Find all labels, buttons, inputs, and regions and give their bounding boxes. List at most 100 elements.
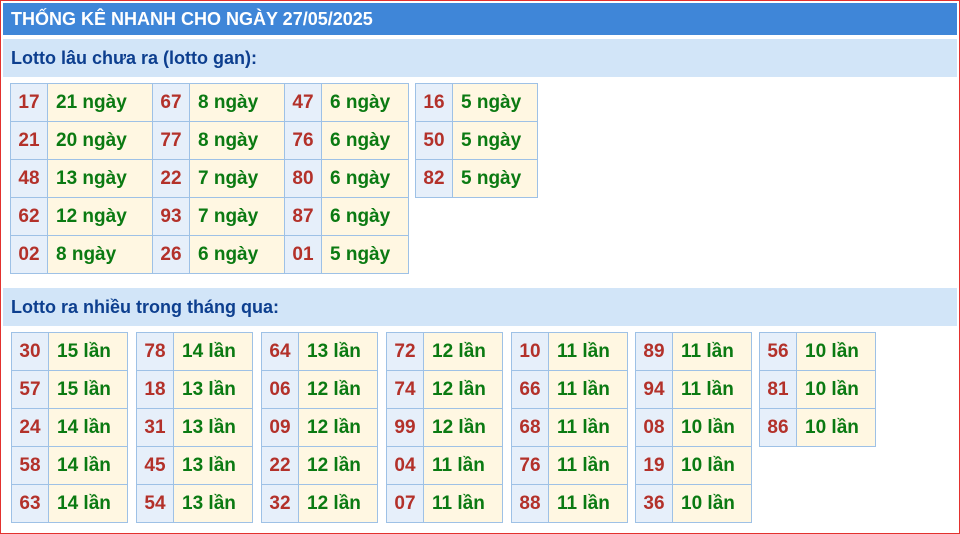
lotto-number: 88 [511, 484, 549, 523]
occurrence-count: 11 lần [548, 408, 628, 447]
table-row: 57 15 lần [11, 370, 128, 409]
lotto-number: 78 [136, 332, 174, 371]
table-row: 08 10 lần [635, 408, 752, 447]
table-row: 50 5 ngày [415, 121, 538, 160]
lotto-number: 16 [415, 83, 453, 122]
days-absent: 20 ngày [47, 121, 153, 160]
occurrence-count: 10 lần [672, 484, 752, 523]
lotto-number: 94 [635, 370, 673, 409]
lotto-number: 09 [261, 408, 299, 447]
nhieu-table-2: 78 14 lần 18 13 lần 31 13 lần 45 13 lần 54 13 lần [136, 332, 253, 523]
table-row: 02 8 ngày [10, 235, 153, 274]
table-row: 22 7 ngày [152, 159, 295, 198]
occurrence-count: 12 lần [298, 370, 378, 409]
occurrence-count: 10 lần [672, 446, 752, 485]
table-row: 07 11 lần [386, 484, 503, 523]
occurrence-count: 11 lần [672, 370, 752, 409]
lotto-number: 64 [261, 332, 299, 371]
lotto-number: 17 [10, 83, 48, 122]
occurrence-count: 14 lần [48, 446, 128, 485]
days-absent: 5 ngày [452, 159, 538, 198]
lotto-number: 58 [11, 446, 49, 485]
frequent-section-title: Lotto ra nhiều trong tháng qua: [3, 288, 957, 326]
days-absent: 7 ngày [189, 197, 295, 236]
lotto-number: 31 [136, 408, 174, 447]
table-row: 77 8 ngày [152, 121, 295, 160]
table-row: 36 10 lần [635, 484, 752, 523]
table-row: 63 14 lần [11, 484, 128, 523]
occurrence-count: 11 lần [548, 370, 628, 409]
lotto-number: 07 [386, 484, 424, 523]
lotto-number: 81 [759, 370, 797, 409]
lotto-number: 63 [11, 484, 49, 523]
table-row: 68 11 lần [511, 408, 628, 447]
occurrence-count: 10 lần [672, 408, 752, 447]
days-absent: 13 ngày [47, 159, 153, 198]
table-row: 09 12 lần [261, 408, 378, 447]
table-row: 64 13 lần [261, 332, 378, 371]
lotto-number: 72 [386, 332, 424, 371]
nhieu-table-7: 56 10 lần 81 10 lần 86 10 lần [759, 332, 876, 447]
lotto-number: 18 [136, 370, 174, 409]
occurrence-count: 12 lần [298, 484, 378, 523]
table-row: 06 12 lần [261, 370, 378, 409]
occurrence-count: 13 lần [173, 370, 253, 409]
table-row: 66 11 lần [511, 370, 628, 409]
table-row: 99 12 lần [386, 408, 503, 447]
lotto-number: 77 [152, 121, 190, 160]
lotto-number: 87 [284, 197, 322, 236]
lotto-number: 02 [10, 235, 48, 274]
lotto-number: 86 [759, 408, 797, 447]
table-row: 56 10 lần [759, 332, 876, 371]
lotto-number: 22 [152, 159, 190, 198]
gan-section-title: Lotto lâu chưa ra (lotto gan): [3, 39, 957, 77]
table-row: 54 13 lần [136, 484, 253, 523]
table-row: 81 10 lần [759, 370, 876, 409]
table-row: 21 20 ngày [10, 121, 153, 160]
gan-table-4: 16 5 ngày 50 5 ngày 82 5 ngày [415, 83, 538, 198]
days-absent: 8 ngày [47, 235, 153, 274]
lotto-number: 04 [386, 446, 424, 485]
table-row: 48 13 ngày [10, 159, 153, 198]
lotto-number: 30 [11, 332, 49, 371]
days-absent: 6 ngày [321, 197, 409, 236]
table-row: 18 13 lần [136, 370, 253, 409]
table-row: 30 15 lần [11, 332, 128, 371]
days-absent: 8 ngày [189, 121, 295, 160]
lotto-number: 22 [261, 446, 299, 485]
occurrence-count: 11 lần [423, 484, 503, 523]
table-row: 24 14 lần [11, 408, 128, 447]
nhieu-table-6: 89 11 lần 94 11 lần 08 10 lần 19 10 lần 36 10 lần [635, 332, 752, 523]
occurrence-count: 13 lần [173, 484, 253, 523]
lotto-number: 10 [511, 332, 549, 371]
lotto-number: 57 [11, 370, 49, 409]
lotto-number: 76 [511, 446, 549, 485]
occurrence-count: 11 lần [548, 332, 628, 371]
occurrence-count: 13 lần [173, 408, 253, 447]
table-row: 31 13 lần [136, 408, 253, 447]
occurrence-count: 15 lần [48, 332, 128, 371]
lotto-number: 93 [152, 197, 190, 236]
gan-table-3: 47 6 ngày 76 6 ngày 80 6 ngày 87 6 ngày 01 5 ngày [284, 83, 409, 274]
occurrence-count: 15 lần [48, 370, 128, 409]
table-row: 76 11 lần [511, 446, 628, 485]
table-row: 45 13 lần [136, 446, 253, 485]
table-row: 74 12 lần [386, 370, 503, 409]
lotto-number: 26 [152, 235, 190, 274]
table-row: 17 21 ngày [10, 83, 153, 122]
lotto-number: 50 [415, 121, 453, 160]
table-row: 87 6 ngày [284, 197, 409, 236]
table-row: 88 11 lần [511, 484, 628, 523]
occurrence-count: 11 lần [423, 446, 503, 485]
lotto-number: 89 [635, 332, 673, 371]
table-row: 58 14 lần [11, 446, 128, 485]
lotto-number: 24 [11, 408, 49, 447]
lotto-number: 56 [759, 332, 797, 371]
occurrence-count: 14 lần [173, 332, 253, 371]
days-absent: 5 ngày [452, 121, 538, 160]
lotto-number: 06 [261, 370, 299, 409]
nhieu-table-5: 10 11 lần 66 11 lần 68 11 lần 76 11 lần 88 11 lần [511, 332, 628, 523]
occurrence-count: 12 lần [423, 370, 503, 409]
occurrence-count: 10 lần [796, 332, 876, 371]
occurrence-count: 11 lần [548, 446, 628, 485]
